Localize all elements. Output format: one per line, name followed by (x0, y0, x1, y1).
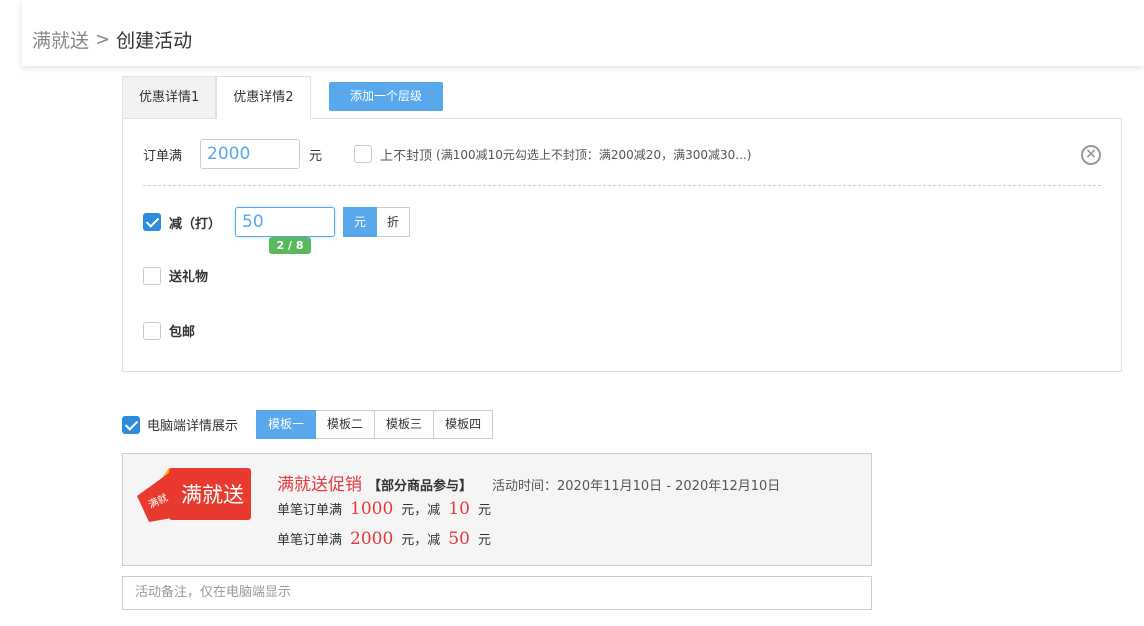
breadcrumb-parent[interactable]: 满就送 (32, 26, 89, 53)
unit-zhe-button[interactable]: 折 (377, 207, 411, 237)
free-shipping-checkbox[interactable] (143, 321, 161, 340)
discount-row: 减（打） 50 元 折 (143, 207, 411, 237)
page-title: 创建活动 (116, 30, 193, 52)
char-counter-badge: 2 / 8 (269, 237, 311, 254)
gift-checkbox[interactable] (143, 266, 161, 285)
order-unit-label: 元 (309, 148, 323, 164)
free-shipping-label: 包邮 (169, 325, 196, 340)
rule-suffix: 元 (477, 533, 491, 548)
no-cap-hint: (满100减10元勾选上不封顶：满200减20，满300减30...) (436, 147, 752, 162)
divider (143, 185, 1101, 186)
page-header: 满就送 > 创建活动 (22, 0, 1144, 66)
preview-rule-2: 单笔订单满 2000 元，减 50 元 (277, 529, 491, 549)
pc-display-checkbox[interactable] (122, 415, 140, 434)
template-1-button[interactable]: 模板一 (256, 410, 317, 439)
rule-discount: 50 (448, 529, 470, 549)
preview-time: 活动时间：2020年11月10日 - 2020年12月10日 (492, 479, 781, 494)
remark-input[interactable]: 活动备注，仅在电脑端显示 (122, 576, 872, 610)
preview-rule-1: 单笔订单满 1000 元，减 10 元 (277, 499, 491, 519)
order-threshold-label: 订单满 (143, 148, 183, 164)
order-threshold-input[interactable]: 2000 (200, 139, 301, 169)
template-2-button[interactable]: 模板二 (316, 410, 376, 439)
breadcrumb-separator: > (95, 29, 111, 50)
discount-label: 减（打） (169, 216, 222, 232)
discount-unit-toggle: 元 折 (343, 207, 411, 237)
discount-checkbox[interactable] (143, 213, 161, 231)
tier-panel: 订单满 2000 元 上不封顶 (满100减10元勾选上不封顶：满200减20，… (122, 118, 1122, 372)
rule-prefix: 单笔订单满 (277, 533, 343, 548)
pc-display-label: 电脑端详情展示 (147, 419, 239, 434)
rule-suffix: 元 (477, 503, 491, 518)
pc-display-row: 电脑端详情展示 模板一 模板二 模板三 模板四 (122, 410, 494, 439)
breadcrumb: 满就送 > 创建活动 (32, 26, 192, 53)
promo-logo-icon: 满就 满就送 (137, 468, 251, 522)
rule-threshold: 2000 (350, 529, 394, 549)
promo-preview: 满就 满就送 满就送促销 【部分商品参与】 活动时间：2020年11月10日 -… (122, 453, 872, 566)
gift-row: 送礼物 (143, 266, 208, 285)
discount-input[interactable]: 50 (235, 207, 336, 237)
rule-middle: 元，减 (401, 503, 441, 518)
rule-prefix: 单笔订单满 (277, 503, 343, 518)
template-4-button[interactable]: 模板四 (434, 410, 494, 439)
template-3-button[interactable]: 模板三 (375, 410, 435, 439)
close-icon[interactable]: × (1081, 145, 1101, 165)
add-tier-button[interactable]: 添加一个层级 (329, 82, 443, 111)
unit-yuan-button[interactable]: 元 (343, 207, 378, 237)
logo-text: 满就送 (181, 483, 244, 507)
no-cap-checkbox[interactable] (354, 145, 373, 163)
template-selector: 模板一 模板二 模板三 模板四 (256, 410, 494, 439)
preview-scope: 【部分商品参与】 (368, 479, 473, 494)
gift-label: 送礼物 (169, 270, 209, 285)
free-shipping-row: 包邮 (143, 321, 195, 340)
rule-threshold: 1000 (350, 499, 394, 519)
order-threshold-row: 订单满 2000 元 上不封顶 (满100减10元勾选上不封顶：满200减20，… (143, 139, 751, 169)
preview-title: 满就送促销 (277, 475, 362, 495)
tab-tier-1[interactable]: 优惠详情1 (122, 76, 217, 118)
rule-discount: 10 (448, 499, 470, 519)
tab-tier-2[interactable]: 优惠详情2 (216, 76, 311, 119)
no-cap-label: 上不封顶 (380, 148, 433, 164)
rule-middle: 元，减 (401, 533, 441, 548)
tier-tabs: 优惠详情1 优惠详情2 (122, 76, 311, 119)
preview-title-row: 满就送促销 【部分商品参与】 活动时间：2020年11月10日 - 2020年1… (277, 470, 780, 495)
